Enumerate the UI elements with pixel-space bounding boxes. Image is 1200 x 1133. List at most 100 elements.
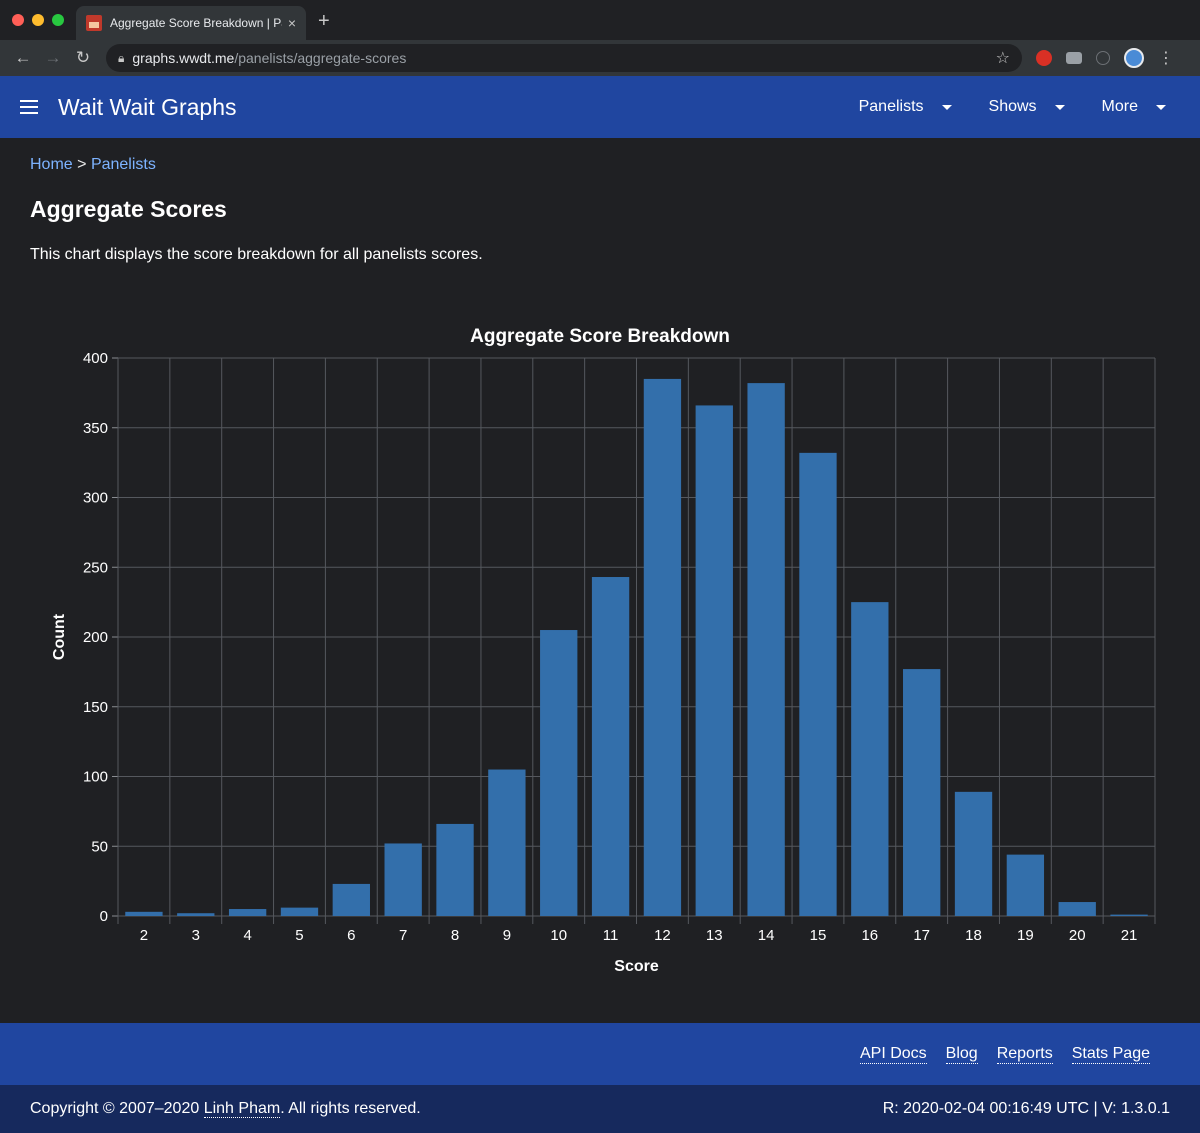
footer-link-blog[interactable]: Blog (945, 1045, 978, 1064)
x-tick-label: 7 (399, 927, 407, 944)
x-tick-label: 19 (1017, 927, 1034, 944)
bar-4 (228, 909, 267, 916)
minimize-window-button[interactable] (32, 14, 44, 26)
close-tab-icon[interactable]: × (288, 15, 296, 31)
bar-7 (384, 843, 422, 916)
footer-bottom: Copyright © 2007–2020 Linh Pham. All rig… (0, 1085, 1200, 1133)
bar-13 (695, 405, 733, 916)
x-axis-label: Score (614, 958, 659, 975)
nav-menu-panelists[interactable]: Panelists (836, 98, 966, 116)
nav-menu-label: Panelists (858, 98, 924, 115)
breadcrumb-panelists-link[interactable]: Panelists (91, 156, 156, 173)
url-host: graphs.wwdt.me (132, 50, 235, 66)
browser-tab[interactable]: Aggregate Score Breakdown | Pa × (76, 6, 306, 40)
nav-menu-label: Shows (988, 98, 1037, 115)
bar-20 (1058, 902, 1096, 916)
y-axis-label: Count (51, 613, 68, 660)
close-window-button[interactable] (12, 14, 24, 26)
x-tick-label: 18 (965, 927, 982, 944)
reload-icon[interactable]: ↻ (68, 48, 98, 68)
footer-link-reports[interactable]: Reports (996, 1045, 1053, 1064)
page-title: Aggregate Scores (30, 196, 227, 222)
browser-menu-icon[interactable]: ⋮ (1158, 48, 1174, 68)
footer-link-stats-page[interactable]: Stats Page (1071, 1045, 1150, 1064)
bar-17 (903, 669, 941, 916)
x-tick-label: 4 (243, 927, 251, 944)
bar-chart: Aggregate Score Breakdown 0 50 100 150 200 250… (51, 326, 1156, 975)
url-path: /panelists/aggregate-scores (234, 50, 407, 66)
bar-14 (747, 383, 785, 916)
nav-menu-label: More (1101, 98, 1138, 115)
x-tick-label: 21 (1121, 927, 1138, 944)
footer-links: API Docs Blog Reports Stats Page (0, 1023, 1200, 1085)
y-tick-label: 300 (83, 490, 108, 507)
tab-strip: Aggregate Score Breakdown | Pa × + (0, 0, 1200, 40)
profile-avatar[interactable] (1124, 48, 1144, 68)
bar-21 (1110, 914, 1148, 916)
y-tick-label: 400 (83, 350, 108, 367)
breadcrumb: Home > Panelists (30, 156, 1170, 174)
chart-title: Aggregate Score Breakdown (470, 326, 730, 347)
x-tick-label: 8 (451, 927, 459, 944)
x-tick-label: 11 (603, 927, 619, 944)
site-brand[interactable]: Wait Wait Graphs (58, 94, 237, 121)
copyright: Copyright © 2007–2020 Linh Pham. All rig… (30, 1100, 421, 1118)
bar-15 (799, 452, 837, 916)
shield-extension-icon[interactable] (1036, 50, 1052, 66)
y-tick-label: 100 (83, 769, 108, 786)
x-tick-label: 5 (295, 927, 303, 944)
y-tick-label: 50 (91, 838, 108, 855)
window-controls (12, 14, 64, 26)
bar-18 (954, 791, 993, 916)
y-tick-label: 150 (83, 699, 108, 716)
site-navbar: Wait Wait Graphs Panelists Shows More (0, 76, 1200, 138)
y-tick-label: 250 (83, 559, 108, 576)
info-extension-icon[interactable] (1096, 51, 1110, 65)
y-tick-label: 350 (83, 420, 108, 437)
x-tick-label: 20 (1069, 927, 1086, 944)
bookmark-star-icon[interactable]: ☆ (996, 48, 1010, 68)
back-arrow-icon[interactable]: ← (8, 48, 38, 68)
x-tick-label: 3 (192, 927, 200, 944)
x-tick-label: 14 (758, 927, 775, 944)
x-tick-label: 9 (503, 927, 511, 944)
x-tick-label: 12 (654, 927, 671, 944)
bar-16 (851, 602, 889, 916)
x-tick-label: 16 (861, 927, 878, 944)
chart-container: Aggregate Score Breakdown 0 50 100 150 200 250… (30, 318, 1170, 978)
x-tick-label: 6 (347, 927, 355, 944)
bar-3 (177, 913, 215, 916)
new-tab-button[interactable]: + (318, 10, 330, 33)
x-tick-label: 17 (913, 927, 930, 944)
revision-info: R: 2020-02-04 00:16:49 UTC | V: 1.3.0.1 (882, 1100, 1170, 1117)
lock-icon: 🔒︎ (118, 50, 125, 65)
browser-toolbar: ← → ↻ 🔒︎ graphs.wwdt.me/panelists/aggreg… (0, 40, 1200, 76)
footer-link-api-docs[interactable]: API Docs (859, 1045, 927, 1064)
copyright-prefix: Copyright © 2007–2020 (30, 1100, 200, 1117)
x-tick-label: 15 (810, 927, 827, 944)
nav-menu-more[interactable]: More (1079, 98, 1180, 116)
breadcrumb-home-link[interactable]: Home (30, 156, 73, 173)
bar-19 (1006, 854, 1045, 916)
hamburger-menu-icon[interactable] (20, 100, 38, 114)
bar-6 (332, 883, 370, 916)
x-tick-label: 10 (550, 927, 567, 944)
bar-8 (436, 823, 474, 916)
caret-down-icon (941, 104, 952, 110)
chart-favicon-icon (86, 15, 102, 31)
y-tick-label: 0 (100, 908, 108, 925)
bar-9 (488, 769, 526, 916)
tab-title: Aggregate Score Breakdown | Pa (110, 16, 282, 30)
bar-10 (540, 630, 578, 916)
forward-arrow-icon[interactable]: → (38, 48, 68, 68)
bar-2 (125, 911, 163, 916)
bar-12 (643, 378, 682, 916)
author-link[interactable]: Linh Pham (203, 1100, 281, 1118)
address-bar[interactable]: 🔒︎ graphs.wwdt.me/panelists/aggregate-sc… (106, 44, 1022, 72)
camera-extension-icon[interactable] (1066, 52, 1082, 64)
bar-11 (591, 577, 630, 916)
maximize-window-button[interactable] (52, 14, 64, 26)
nav-menu-shows[interactable]: Shows (966, 98, 1079, 116)
y-tick-label: 200 (83, 629, 108, 646)
extensions-area: ⋮ (1036, 48, 1174, 68)
